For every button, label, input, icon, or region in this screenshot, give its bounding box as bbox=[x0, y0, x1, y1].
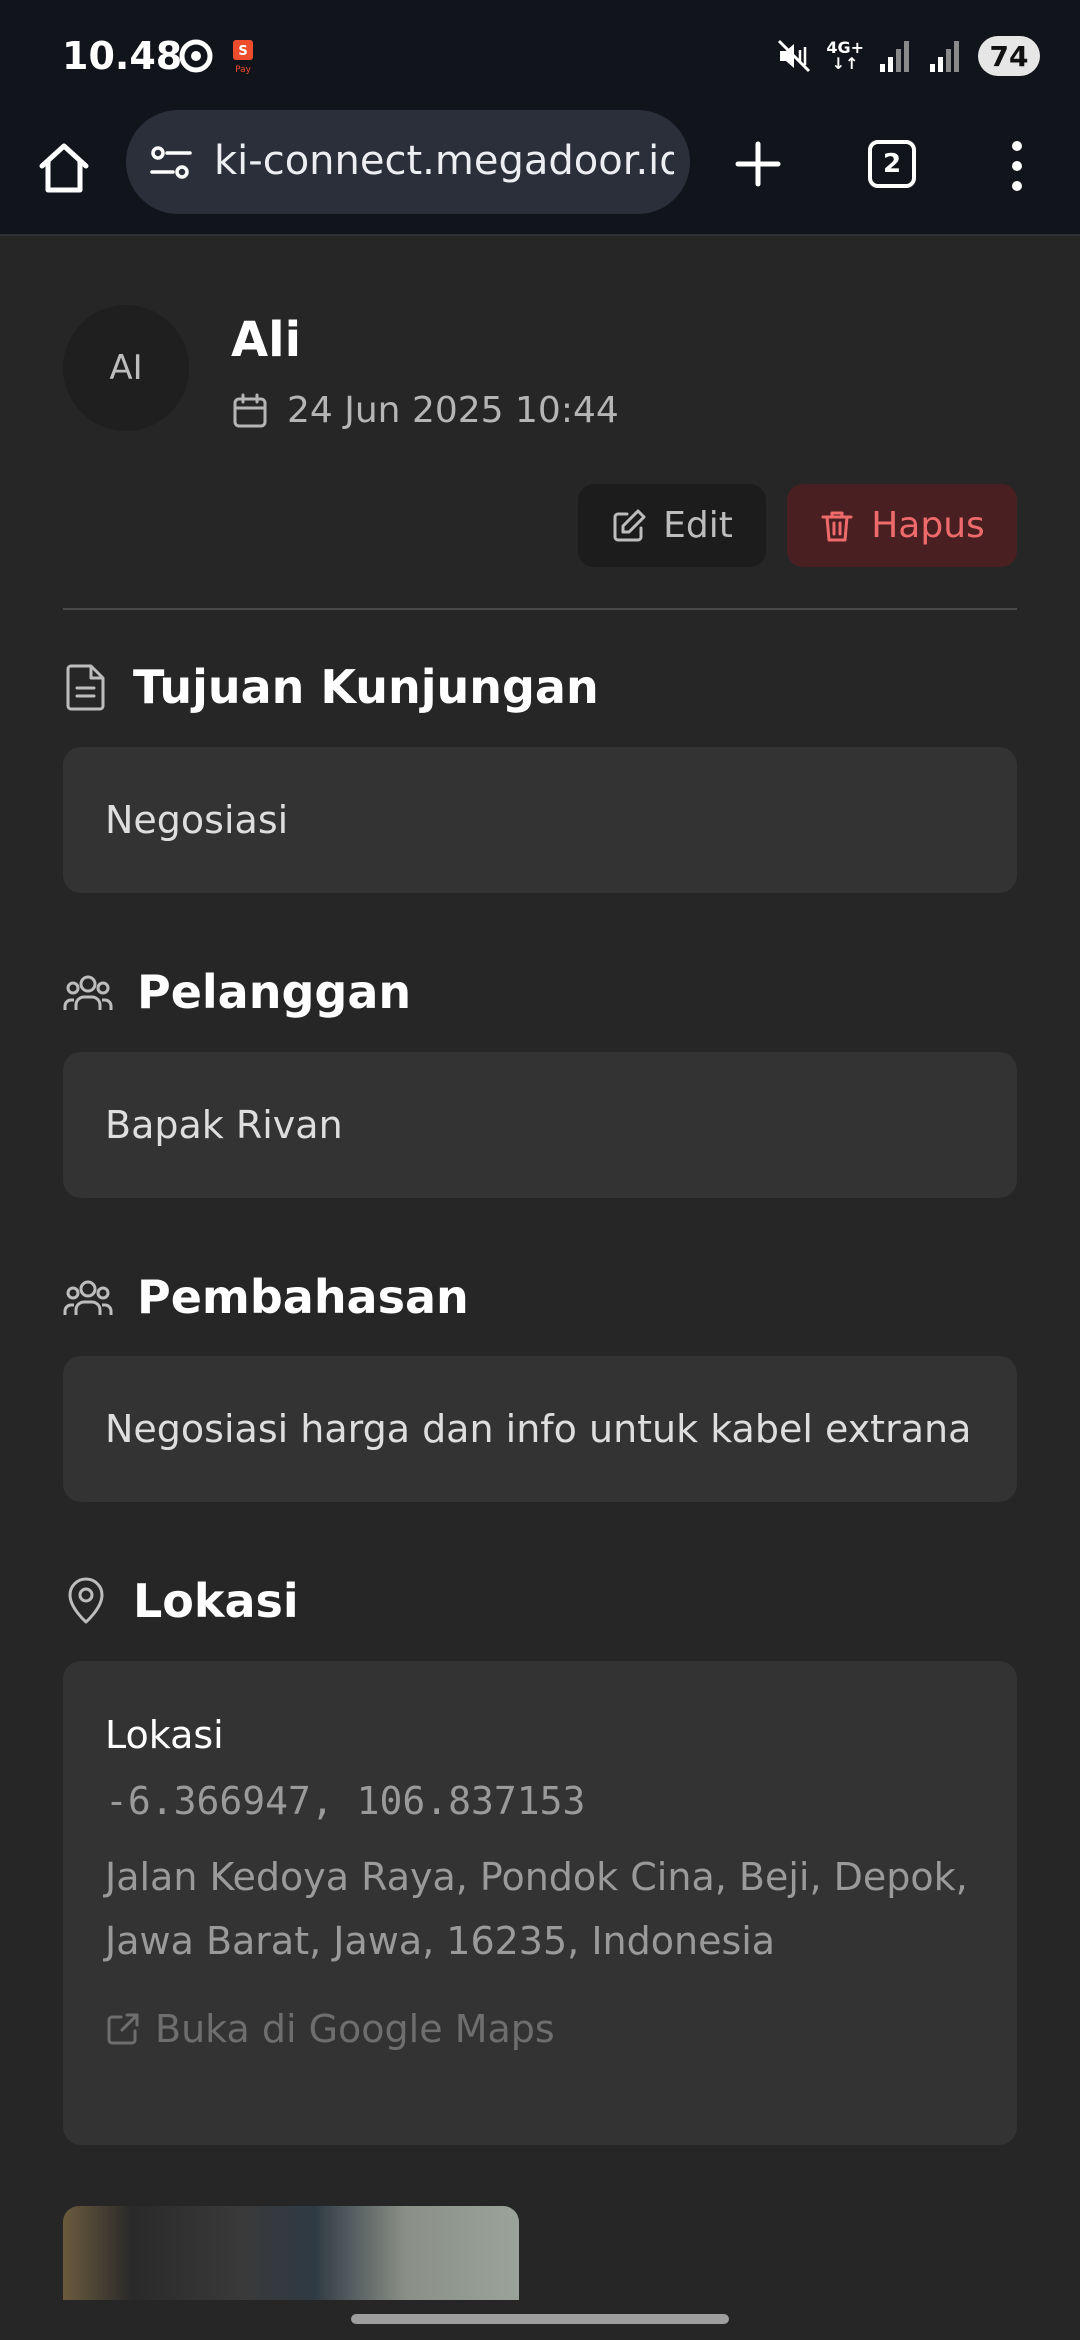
location-address: Jalan Kedoya Raya, Pondok Cina, Beji, De… bbox=[105, 1855, 968, 1963]
location-coordinates: -6.366947, 106.837153 bbox=[105, 1779, 586, 1823]
external-link-icon bbox=[107, 2013, 139, 2045]
home-icon[interactable] bbox=[34, 138, 94, 198]
status-time: 10.48 bbox=[62, 34, 183, 78]
home-indicator[interactable] bbox=[351, 2314, 729, 2324]
tab-switcher-button[interactable]: 2 bbox=[868, 140, 916, 188]
svg-text:S: S bbox=[238, 44, 247, 59]
section-customer-title: Pelanggan bbox=[137, 965, 412, 1019]
status-bar: 10.48 S Pay 4G+ ↓↑ 74 bbox=[0, 0, 1080, 110]
visit-date-row: 24 Jun 2025 10:44 bbox=[231, 390, 619, 431]
visit-photo-thumbnail[interactable] bbox=[63, 2206, 519, 2300]
delete-button[interactable]: Hapus bbox=[787, 484, 1017, 567]
section-location-header: Lokasi bbox=[63, 1574, 299, 1628]
section-discussion-title: Pembahasan bbox=[137, 1270, 469, 1324]
document-icon bbox=[66, 664, 105, 711]
section-purpose-header: Tujuan Kunjungan bbox=[63, 660, 599, 714]
open-google-maps-link[interactable]: Buka di Google Maps bbox=[105, 2007, 555, 2051]
address-bar[interactable]: ki-connect.megadoor.id bbox=[126, 110, 690, 214]
battery-indicator: 74 bbox=[978, 36, 1040, 76]
users-icon bbox=[63, 1280, 113, 1315]
section-purpose-title: Tujuan Kunjungan bbox=[133, 660, 599, 714]
users-icon bbox=[63, 975, 113, 1010]
purpose-value: Negosiasi bbox=[105, 798, 289, 842]
location-card-title: Lokasi bbox=[105, 1713, 224, 1757]
discussion-card: Negosiasi harga dan info untuk kabel ext… bbox=[63, 1356, 1017, 1502]
signal-icon bbox=[880, 41, 909, 72]
more-menu-icon[interactable] bbox=[1000, 136, 1034, 196]
edit-button[interactable]: Edit bbox=[578, 484, 766, 567]
open-google-maps-label: Buka di Google Maps bbox=[155, 2007, 555, 2051]
circle-app-icon bbox=[179, 39, 213, 73]
location-card: Lokasi -6.366947, 106.837153 Jalan Kedoy… bbox=[63, 1661, 1017, 2145]
section-discussion-header: Pembahasan bbox=[63, 1270, 469, 1324]
discussion-value: Negosiasi harga dan info untuk kabel ext… bbox=[105, 1407, 972, 1451]
customer-card: Bapak Rivan bbox=[63, 1052, 1017, 1198]
calendar-icon bbox=[233, 393, 267, 427]
visit-date: 24 Jun 2025 10:44 bbox=[287, 390, 619, 431]
mute-vibrate-icon bbox=[778, 39, 811, 73]
divider bbox=[63, 608, 1017, 610]
browser-toolbar: ki-connect.megadoor.id 2 bbox=[0, 110, 1080, 236]
delete-button-label: Hapus bbox=[871, 505, 985, 546]
svg-text:Pay: Pay bbox=[235, 65, 252, 74]
purpose-card: Negosiasi bbox=[63, 747, 1017, 893]
trash-icon bbox=[821, 511, 853, 541]
customer-value: Bapak Rivan bbox=[105, 1103, 343, 1147]
site-settings-icon[interactable] bbox=[148, 140, 194, 186]
shopeepay-icon: S Pay bbox=[233, 40, 253, 74]
section-customer-header: Pelanggan bbox=[63, 965, 411, 1019]
edit-button-label: Edit bbox=[663, 505, 733, 546]
new-tab-icon[interactable] bbox=[730, 136, 786, 192]
edit-icon bbox=[613, 509, 646, 541]
user-name: Ali bbox=[231, 312, 302, 368]
url-text[interactable]: ki-connect.megadoor.id bbox=[214, 138, 674, 184]
signal-icon bbox=[930, 41, 959, 72]
section-location-title: Lokasi bbox=[133, 1574, 299, 1628]
avatar: AI bbox=[63, 305, 189, 431]
status-right-group: 4G+ ↓↑ 74 bbox=[776, 34, 1040, 78]
network-type: 4G+ ↓↑ bbox=[826, 38, 864, 73]
map-pin-icon bbox=[68, 1577, 104, 1624]
